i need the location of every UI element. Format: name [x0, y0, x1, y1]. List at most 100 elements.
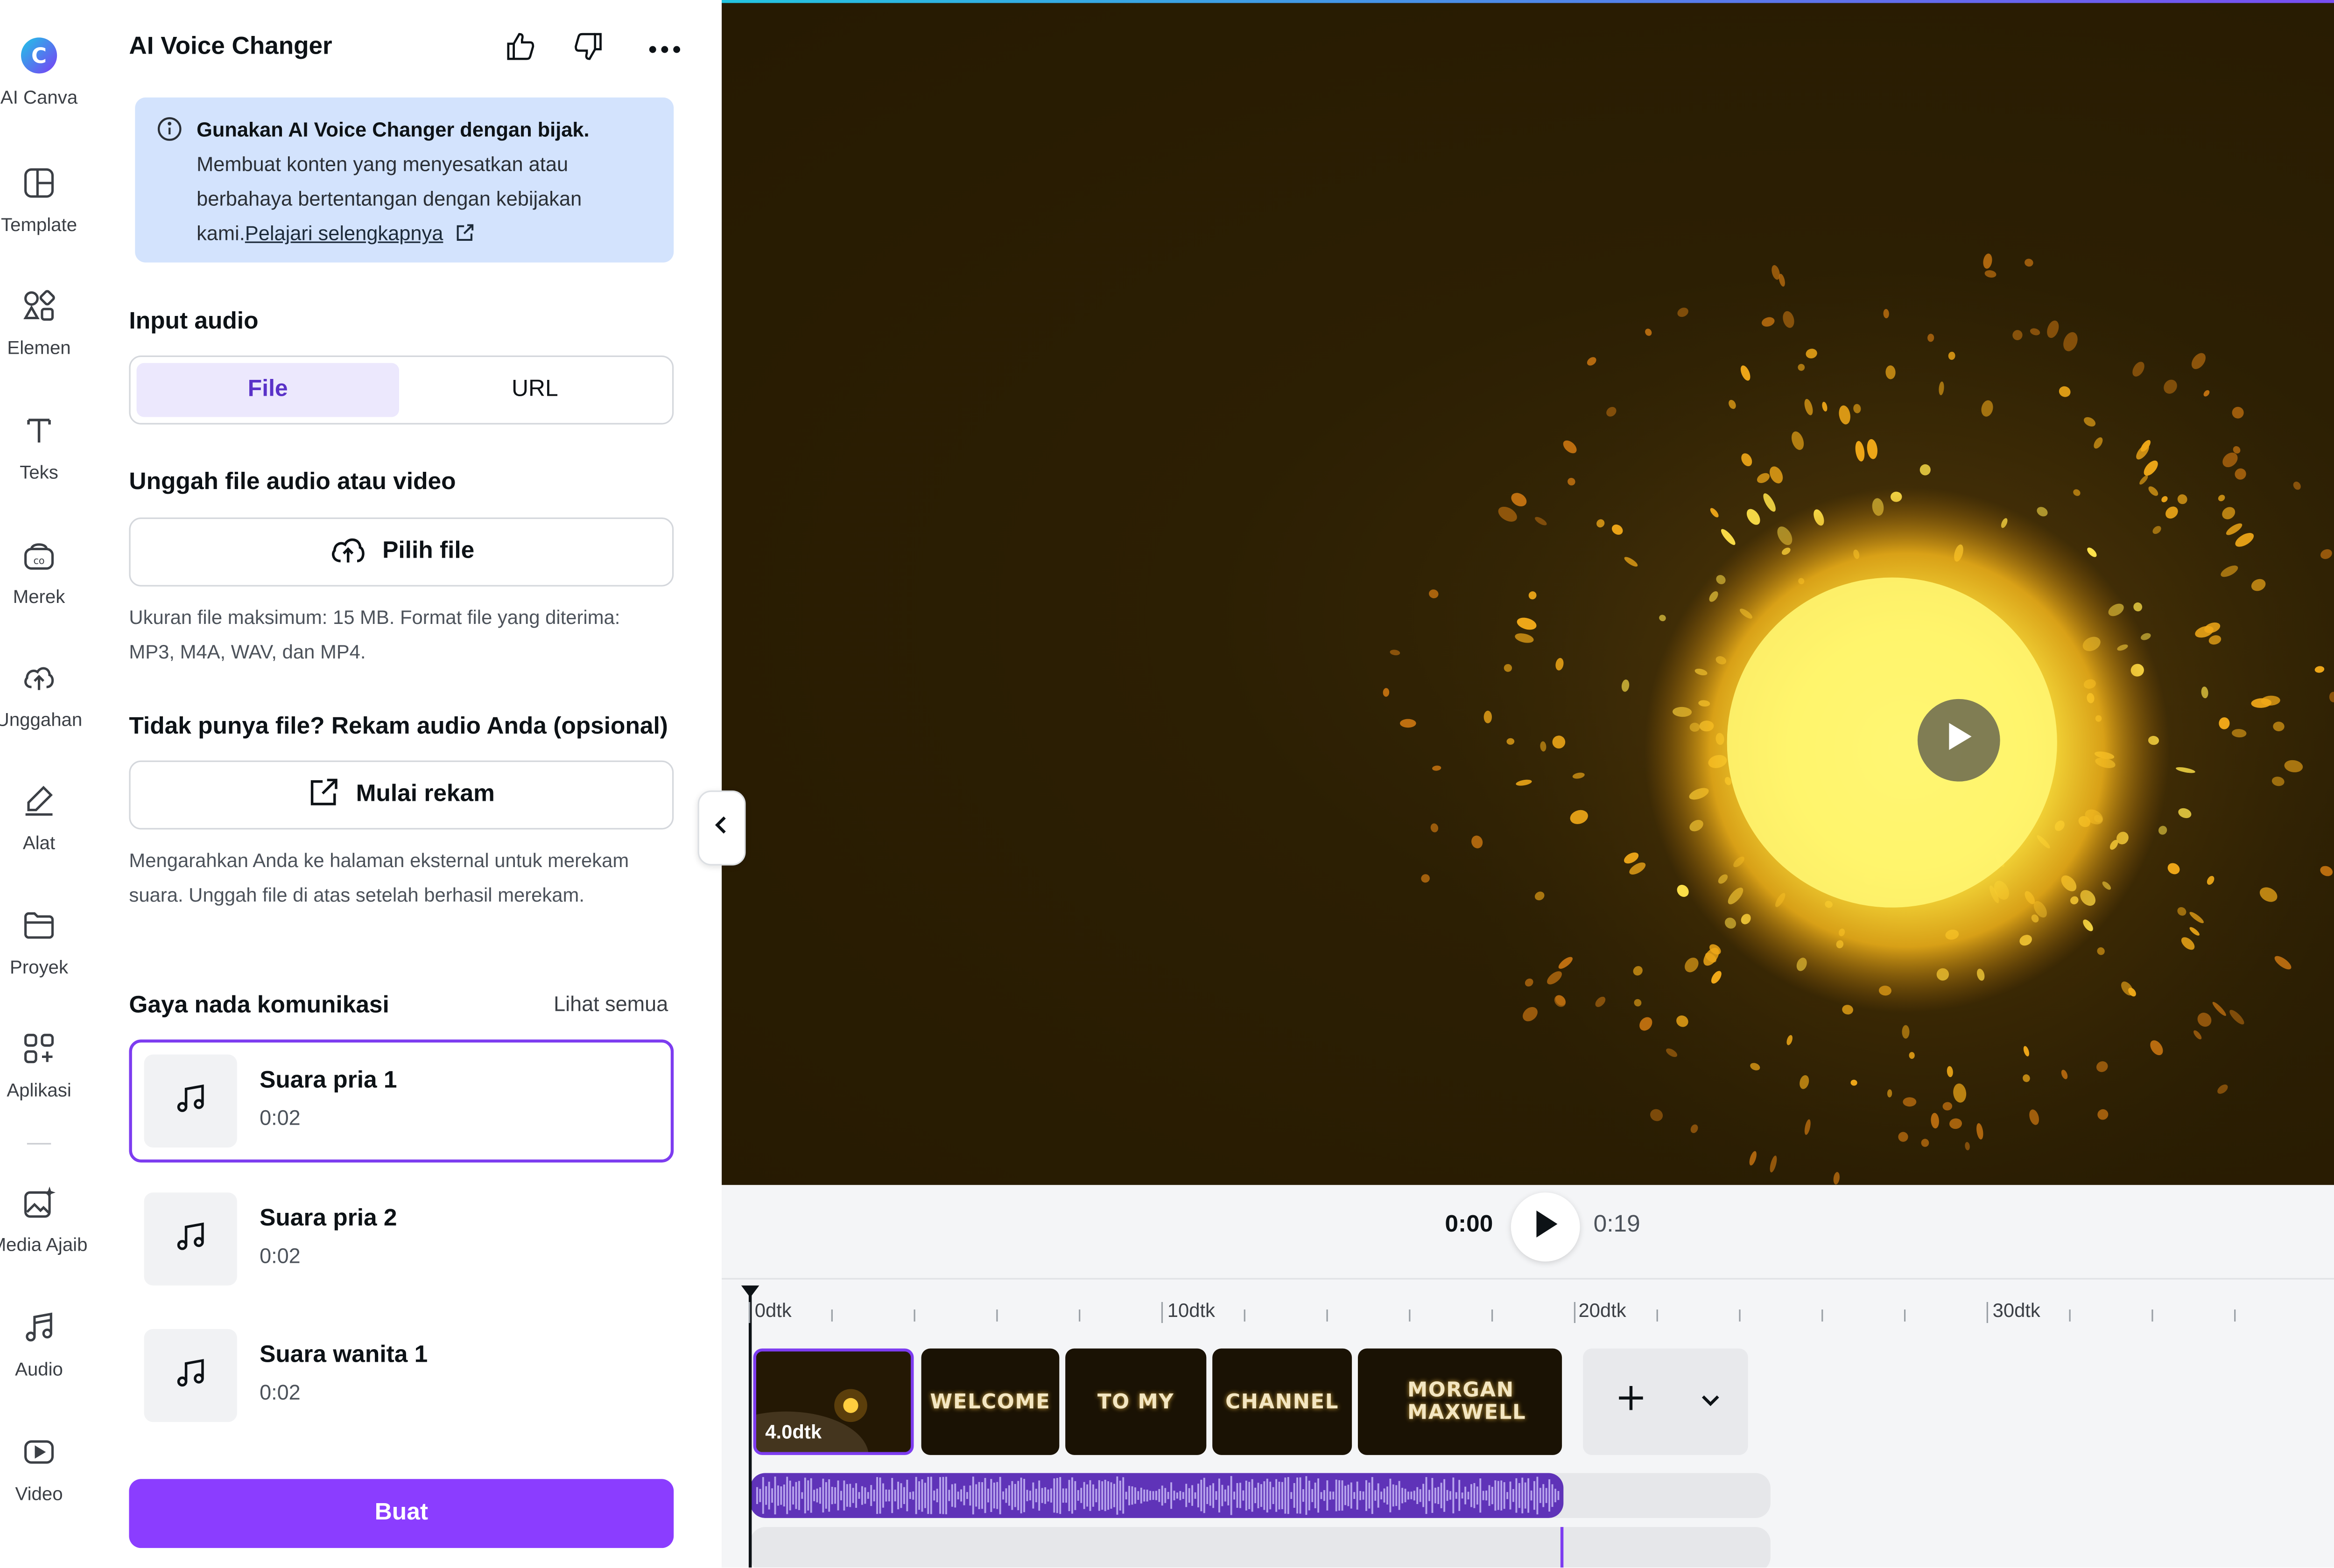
wave-bar	[798, 1481, 800, 1510]
tick-label: 20dtk	[1578, 1299, 1626, 1322]
wave-bar	[1059, 1477, 1062, 1514]
rail-item-media-ajaib[interactable]: Media Ajaib	[0, 1183, 90, 1288]
input-audio-title: Input audio	[129, 309, 259, 335]
wave-bar	[771, 1488, 773, 1503]
add-options-button[interactable]	[1691, 1381, 1730, 1421]
playhead-handle[interactable]	[741, 1285, 759, 1298]
wave-bar	[1371, 1477, 1373, 1514]
timeline-clip[interactable]: MORGAN MAXWELL	[1357, 1348, 1562, 1455]
wave-bar	[1233, 1491, 1236, 1500]
wave-bar	[834, 1487, 837, 1504]
voice-option[interactable]: Suara wanita 1 0:02	[129, 1314, 674, 1437]
preview-play-button[interactable]	[1917, 699, 2000, 782]
timeline-clip[interactable]: CHANNEL	[1212, 1348, 1352, 1455]
playhead[interactable]	[748, 1290, 752, 1568]
play-icon	[1944, 720, 1974, 761]
spark	[1898, 1132, 1908, 1142]
wave-bar	[1257, 1483, 1259, 1508]
ruler-tick	[1574, 1302, 1576, 1323]
wave-bar	[921, 1479, 923, 1512]
tab-url[interactable]: URL	[404, 363, 667, 417]
wave-bar	[1110, 1482, 1112, 1509]
wave-bar	[831, 1487, 833, 1505]
ruler-tick	[1079, 1309, 1081, 1322]
ruler-tick	[1904, 1309, 1906, 1322]
rail-item-aplikasi[interactable]: Aplikasi	[0, 1029, 90, 1134]
rail-divider	[27, 1143, 51, 1145]
wave-bar	[1482, 1491, 1484, 1500]
rail-item-audio[interactable]: Audio	[0, 1308, 90, 1413]
ruler-tick	[1739, 1309, 1741, 1322]
timeline-clip[interactable]: WELCOME	[921, 1348, 1060, 1455]
wave-bar	[1284, 1477, 1287, 1514]
external-link-icon	[455, 222, 476, 245]
wave-bar	[1215, 1491, 1217, 1500]
timeline-clip[interactable]: TO MY	[1065, 1348, 1207, 1455]
add-clip-button[interactable]	[1604, 1374, 1658, 1428]
voice-option[interactable]: Suara pria 1 0:02	[129, 1039, 674, 1163]
thumbs-up-button[interactable]	[498, 27, 543, 72]
see-all-link[interactable]: Lihat semua	[554, 992, 668, 1015]
wave-bar	[1437, 1487, 1440, 1504]
wave-bar	[1344, 1485, 1346, 1505]
collapse-panel-button[interactable]	[697, 790, 746, 866]
wave-bar	[1422, 1484, 1425, 1507]
video-preview[interactable]	[722, 0, 2334, 1185]
wave-bar	[762, 1477, 764, 1514]
wave-bar	[1269, 1482, 1272, 1510]
wave-bar	[1272, 1487, 1274, 1504]
wave-bar	[1050, 1488, 1052, 1503]
start-record-button[interactable]: Mulai rekam	[129, 760, 674, 830]
rail-item-proyek[interactable]: Proyek	[0, 906, 90, 1011]
wave-bar	[1080, 1488, 1083, 1503]
wave-bar	[846, 1484, 848, 1507]
rail-item-unggahan[interactable]: Unggahan	[0, 658, 90, 763]
wave-bar	[1266, 1478, 1268, 1512]
rail-item-merek[interactable]: co Merek	[0, 536, 90, 641]
wave-bar	[1464, 1486, 1467, 1505]
audio-waveform-track[interactable]	[750, 1473, 1564, 1518]
choose-file-button[interactable]: Pilih file	[129, 517, 674, 587]
wave-bar	[1194, 1492, 1196, 1499]
wave-bar	[957, 1491, 959, 1500]
wave-bar	[1446, 1490, 1448, 1501]
wave-bar	[1083, 1482, 1085, 1509]
thumbs-down-button[interactable]	[566, 27, 611, 72]
info-icon	[156, 116, 183, 150]
create-button[interactable]: Buat	[129, 1479, 674, 1548]
wave-bar	[1008, 1485, 1010, 1506]
rail-item-alat[interactable]: Alat	[0, 782, 90, 887]
external-link-icon	[308, 775, 341, 815]
rail-label: Video	[15, 1483, 63, 1505]
wave-bar	[1452, 1477, 1455, 1513]
rail-item-video[interactable]: Video	[0, 1433, 90, 1538]
wave-bar	[1197, 1484, 1199, 1508]
rail-item-elemen[interactable]: Elemen	[0, 287, 90, 392]
rail-label: AI Canva	[0, 87, 78, 108]
wave-bar	[891, 1478, 893, 1513]
learn-more-link[interactable]: Pelajari selengkapnya	[245, 222, 443, 245]
timeline-play-button[interactable]	[1511, 1192, 1580, 1262]
wave-bar	[1212, 1483, 1215, 1508]
wave-bar	[939, 1477, 942, 1514]
voice-option[interactable]: Suara pria 2 0:02	[129, 1177, 674, 1301]
clip-title: TO MY	[1097, 1390, 1174, 1414]
rail-item-teks[interactable]: Teks	[0, 411, 90, 516]
wave-bar	[1293, 1483, 1295, 1508]
wave-bar	[903, 1487, 905, 1504]
tab-file[interactable]: File	[136, 363, 400, 417]
wave-bar	[1071, 1477, 1073, 1514]
wave-bar	[1017, 1481, 1019, 1511]
rail-label: Aplikasi	[7, 1080, 71, 1101]
apps-icon	[20, 1029, 59, 1068]
brand-icon: co	[20, 536, 59, 575]
rail-item-ai-canva[interactable]: C AI Canva	[0, 36, 90, 141]
wave-bar	[1011, 1481, 1013, 1510]
wave-bar	[1365, 1480, 1367, 1511]
wave-bar	[1527, 1478, 1530, 1513]
more-options-button[interactable]	[642, 27, 687, 72]
rail-item-template[interactable]: Template	[0, 163, 90, 268]
timeline-clip[interactable]: 4.0dtk	[753, 1348, 914, 1455]
wave-bar	[1449, 1491, 1451, 1500]
wave-bar	[768, 1482, 770, 1510]
